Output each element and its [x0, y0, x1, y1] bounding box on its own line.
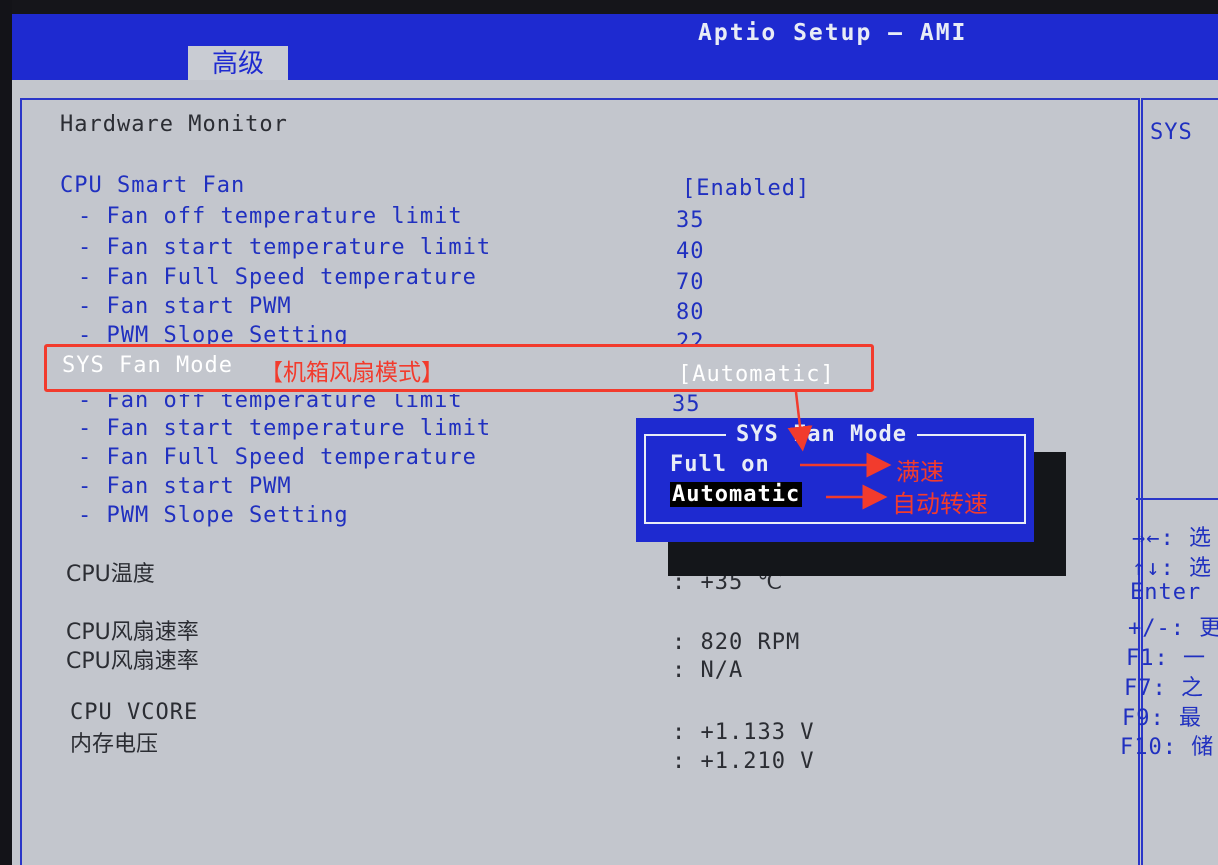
cpu-vcore-value: : +1.133 V [672, 720, 815, 745]
cpu-vcore-label: CPU VCORE [70, 700, 199, 725]
annotation-highlight-box [44, 344, 874, 392]
tab-advanced[interactable]: 高级 [188, 46, 288, 82]
cpu-smart-fan-value[interactable]: [Enabled] [682, 176, 810, 201]
memory-voltage-value: : +1.210 V [672, 749, 815, 774]
help-key-move-ud: ↑↓: 选 [1132, 556, 1212, 581]
cpu-temp-label: CPU温度 [66, 562, 155, 587]
cpu-fan-start-pwm-label[interactable]: - Fan start PWM [78, 294, 292, 319]
help-title: SYS [1150, 120, 1193, 145]
cpu-smart-fan-label[interactable]: CPU Smart Fan [60, 173, 245, 198]
popup-title: SYS Fan Mode [726, 422, 917, 447]
popup-option-automatic[interactable]: Automatic [670, 482, 803, 507]
cpu-fan-full-speed-label[interactable]: - Fan Full Speed temperature [78, 265, 477, 290]
cpu-fan-speed-label: CPU风扇速率 [66, 620, 199, 645]
help-divider [1136, 498, 1218, 500]
sys-fan-full-speed-label[interactable]: - Fan Full Speed temperature [78, 445, 477, 470]
help-key-f7: F7: 之 [1124, 676, 1204, 701]
automatic-annotation: 自动转速 [892, 490, 988, 518]
help-key-change: +/-: 更 [1128, 616, 1218, 641]
cpu-fan-full-speed-value[interactable]: 70 [676, 270, 705, 295]
help-key-enter: Enter [1130, 580, 1202, 605]
cpu-fan-start-temp-label[interactable]: - Fan start temperature limit [78, 235, 491, 260]
popup-option-full-on[interactable]: Full on [670, 452, 770, 477]
bios-header: Aptio Setup – AMI 高级 [12, 14, 1218, 82]
sys-fan-mode-popup: SYS Fan Mode Full on Automatic [636, 418, 1034, 542]
monitor-bezel-top [0, 0, 1218, 14]
cpu-fan-speed-2-label: CPU风扇速率 [66, 649, 199, 674]
cpu-fan-off-temp-value[interactable]: 35 [676, 208, 705, 233]
sys-fan-start-pwm-label[interactable]: - Fan start PWM [78, 474, 292, 499]
help-key-f9: F9: 最 [1122, 706, 1202, 731]
cpu-fan-speed-value: : 820 RPM [672, 630, 801, 655]
full-on-annotation: 满速 [896, 458, 944, 486]
section-title: Hardware Monitor [60, 112, 288, 137]
help-key-move-lr: →←: 选 [1132, 526, 1212, 551]
memory-voltage-label: 内存电压 [70, 732, 159, 757]
monitor-bezel-left [0, 0, 12, 865]
cpu-fan-speed-2-value: : N/A [672, 658, 744, 683]
help-key-f1: F1: 一 [1126, 646, 1206, 671]
sys-pwm-slope-label[interactable]: - PWM Slope Setting [78, 503, 349, 528]
help-key-f10: F10: 储 [1120, 735, 1215, 760]
cpu-fan-start-temp-value[interactable]: 40 [676, 239, 705, 264]
sys-fan-start-temp-label[interactable]: - Fan start temperature limit [78, 416, 491, 441]
sys-fan-off-temp-value[interactable]: 35 [672, 392, 701, 417]
cpu-pwm-slope-label[interactable]: - PWM Slope Setting [78, 323, 349, 345]
cpu-fan-off-temp-label[interactable]: - Fan off temperature limit [78, 204, 463, 229]
cpu-fan-start-pwm-value[interactable]: 80 [676, 300, 705, 325]
bios-title: Aptio Setup – AMI [698, 20, 968, 46]
